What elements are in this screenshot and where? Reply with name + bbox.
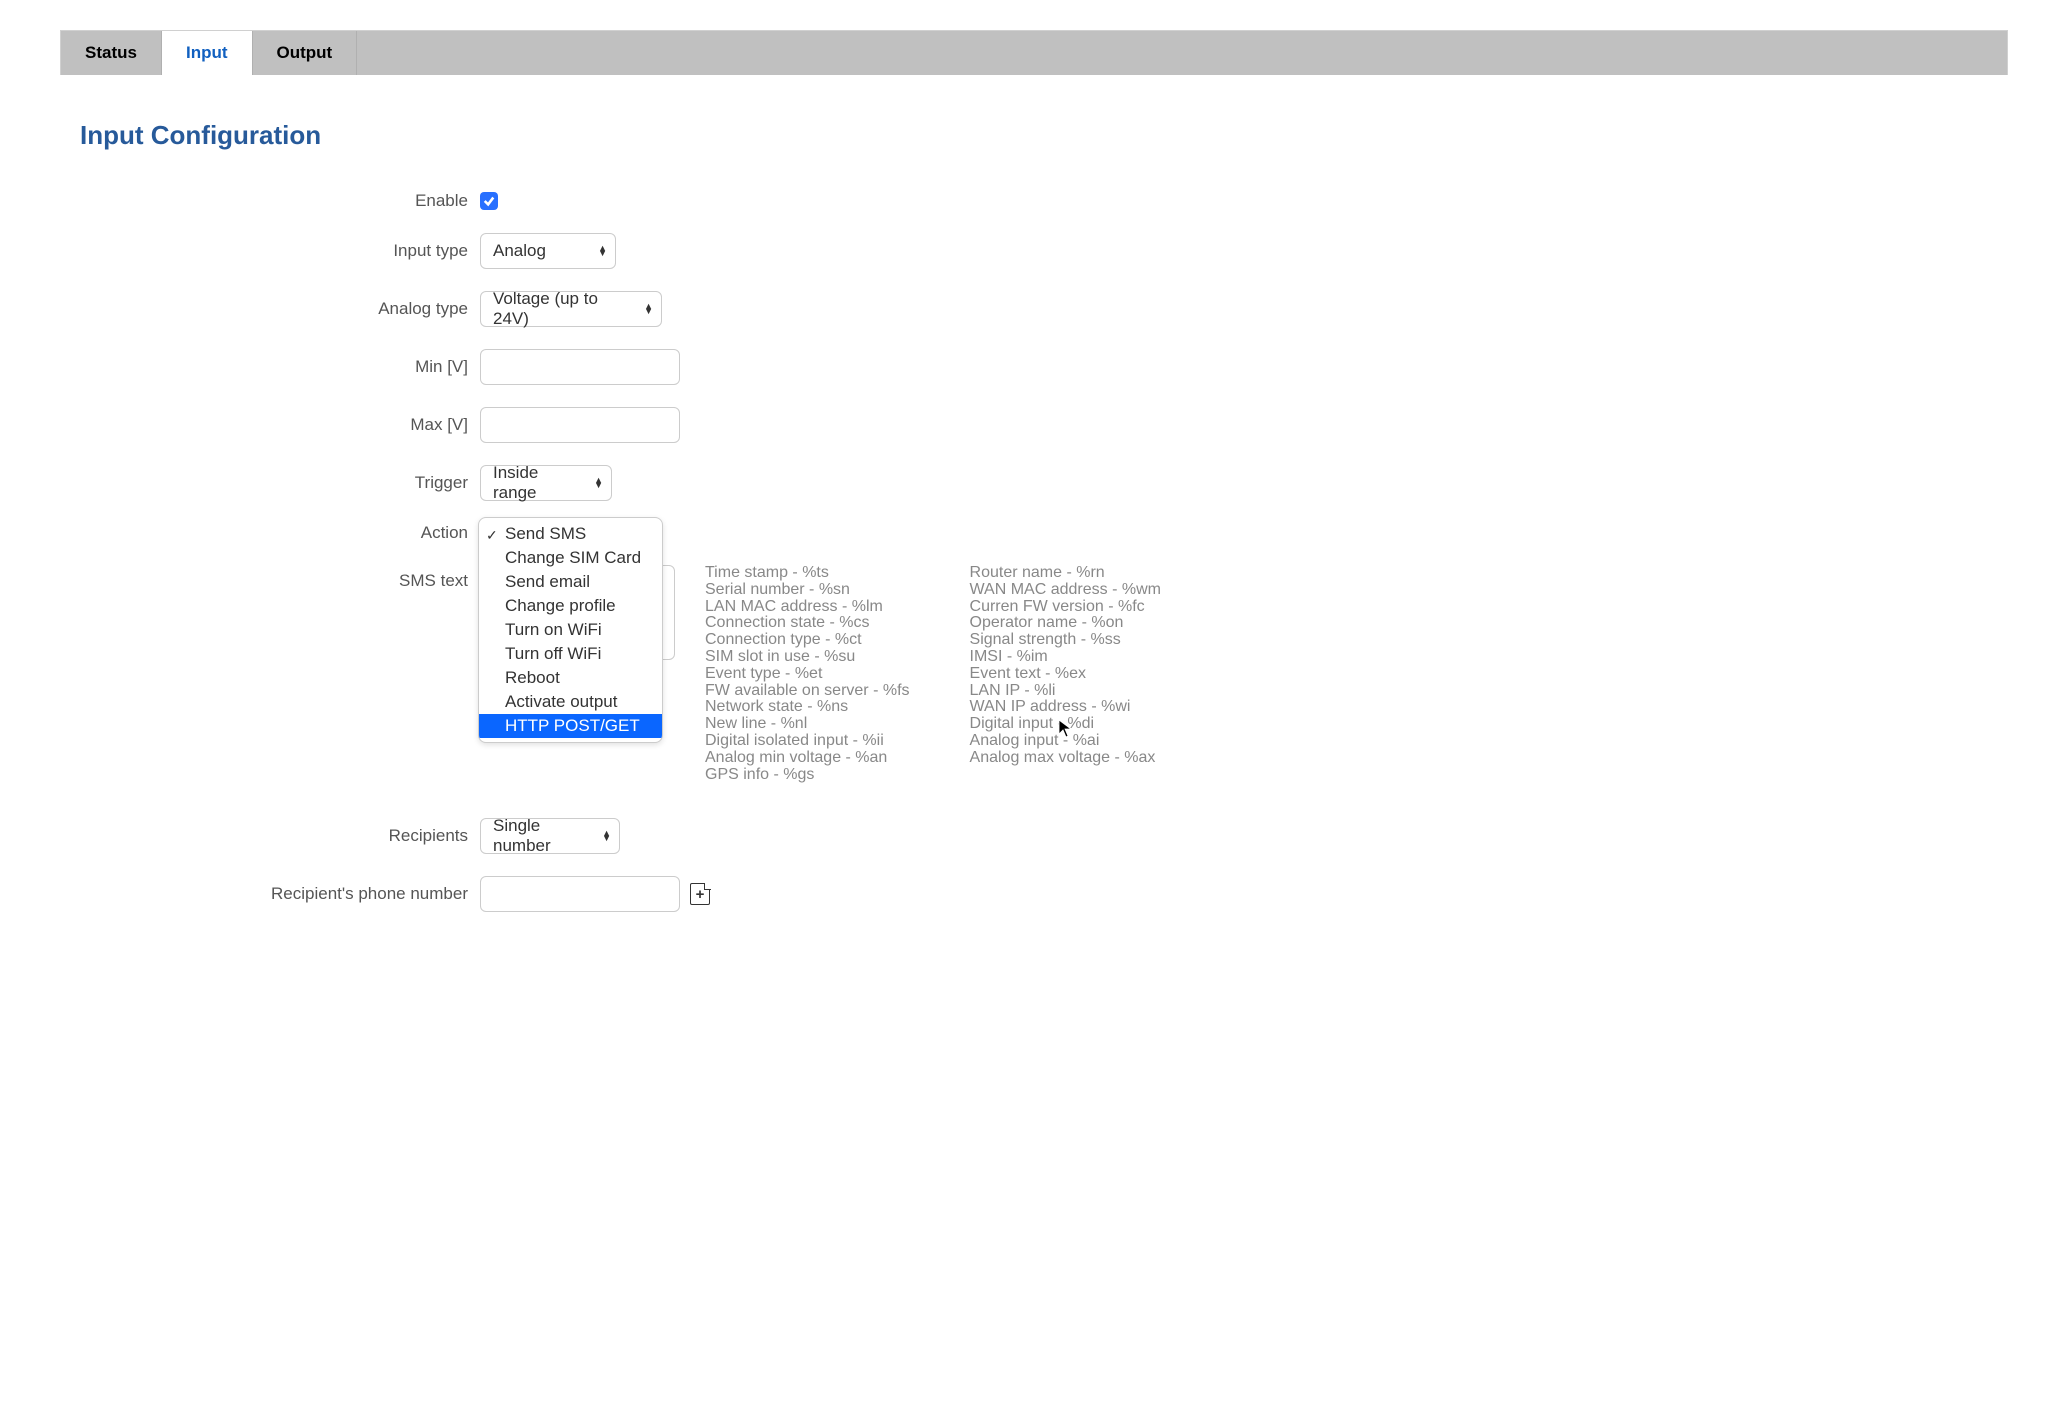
select-arrows-icon: ▲▼ (598, 246, 607, 256)
hint-item: Curren FW version - %fc (970, 599, 1161, 616)
hint-item: Event type - %et (705, 666, 910, 683)
recipients-value: Single number (493, 816, 591, 856)
hint-item: Network state - %ns (705, 699, 910, 716)
min-input[interactable] (480, 349, 680, 385)
input-type-select[interactable]: Analog ▲▼ (480, 233, 616, 269)
hint-item: Signal strength - %ss (970, 632, 1161, 649)
hint-item: Analog max voltage - %ax (970, 750, 1161, 767)
tabs-bar: Status Input Output (60, 30, 2008, 75)
tab-input[interactable]: Input (162, 31, 253, 75)
hint-item: Serial number - %sn (705, 582, 910, 599)
analog-type-label: Analog type (80, 299, 480, 319)
action-option-turn-off-wifi[interactable]: Turn off WiFi (479, 642, 662, 666)
hint-item: IMSI - %im (970, 649, 1161, 666)
hint-item: GPS info - %gs (705, 767, 910, 784)
action-option-activate-output[interactable]: Activate output (479, 690, 662, 714)
min-label: Min [V] (80, 357, 480, 377)
action-option-change-sim-card[interactable]: Change SIM Card (479, 546, 662, 570)
hint-item: Operator name - %on (970, 615, 1161, 632)
input-configuration-form: Enable Input type Analog ▲▼ Analog type … (80, 191, 2008, 912)
select-arrows-icon: ▲▼ (594, 478, 603, 488)
tab-output[interactable]: Output (253, 31, 358, 75)
hint-item: Time stamp - %ts (705, 565, 910, 582)
trigger-label: Trigger (80, 473, 480, 493)
input-type-value: Analog (493, 241, 546, 261)
hint-item: SIM slot in use - %su (705, 649, 910, 666)
hint-item: Event text - %ex (970, 666, 1161, 683)
max-label: Max [V] (80, 415, 480, 435)
hints-column-2: Router name - %rn WAN MAC address - %wm … (970, 565, 1161, 783)
hint-item: WAN IP address - %wi (970, 699, 1161, 716)
action-option-send-sms[interactable]: ✓ Send SMS (479, 522, 662, 546)
action-option-change-profile[interactable]: Change profile (479, 594, 662, 618)
checkmark-icon: ✓ (486, 524, 498, 546)
hint-item: Connection state - %cs (705, 615, 910, 632)
page-title: Input Configuration (80, 120, 2008, 151)
check-icon (483, 195, 495, 207)
select-arrows-icon: ▲▼ (644, 304, 653, 314)
analog-type-select[interactable]: Voltage (up to 24V) ▲▼ (480, 291, 662, 327)
recipients-label: Recipients (80, 826, 480, 846)
hint-item: Digital isolated input - %ii (705, 733, 910, 750)
action-option-send-email[interactable]: Send email (479, 570, 662, 594)
hint-item: LAN MAC address - %lm (705, 599, 910, 616)
action-option-http-post-get[interactable]: HTTP POST/GET (479, 714, 662, 738)
hints-column-1: Time stamp - %ts Serial number - %sn LAN… (705, 565, 910, 783)
sms-text-label: SMS text (80, 565, 480, 591)
input-type-label: Input type (80, 241, 480, 261)
sms-variable-hints: Time stamp - %ts Serial number - %sn LAN… (705, 565, 1161, 783)
recipients-select[interactable]: Single number ▲▼ (480, 818, 620, 854)
hint-item: Analog min voltage - %an (705, 750, 910, 767)
tab-status[interactable]: Status (61, 31, 162, 75)
enable-checkbox[interactable] (480, 192, 498, 210)
action-option-label: Send SMS (505, 524, 586, 543)
hint-item: Connection type - %ct (705, 632, 910, 649)
add-phone-icon[interactable] (690, 883, 710, 905)
hint-item: New line - %nl (705, 716, 910, 733)
action-label: Action (80, 523, 480, 543)
analog-type-value: Voltage (up to 24V) (493, 289, 633, 329)
enable-label: Enable (80, 191, 480, 211)
select-arrows-icon: ▲▼ (602, 831, 611, 841)
hint-item: WAN MAC address - %wm (970, 582, 1161, 599)
hint-item: LAN IP - %li (970, 683, 1161, 700)
action-option-reboot[interactable]: Reboot (479, 666, 662, 690)
action-dropdown[interactable]: ✓ Send SMS Change SIM Card Send email Ch… (478, 517, 663, 743)
action-option-turn-on-wifi[interactable]: Turn on WiFi (479, 618, 662, 642)
trigger-value: Inside range (493, 463, 583, 503)
phone-number-label: Recipient's phone number (80, 884, 480, 904)
cursor-icon (1058, 719, 1074, 739)
hint-item: Router name - %rn (970, 565, 1161, 582)
max-input[interactable] (480, 407, 680, 443)
phone-number-input[interactable] (480, 876, 680, 912)
trigger-select[interactable]: Inside range ▲▼ (480, 465, 612, 501)
hint-item: FW available on server - %fs (705, 683, 910, 700)
